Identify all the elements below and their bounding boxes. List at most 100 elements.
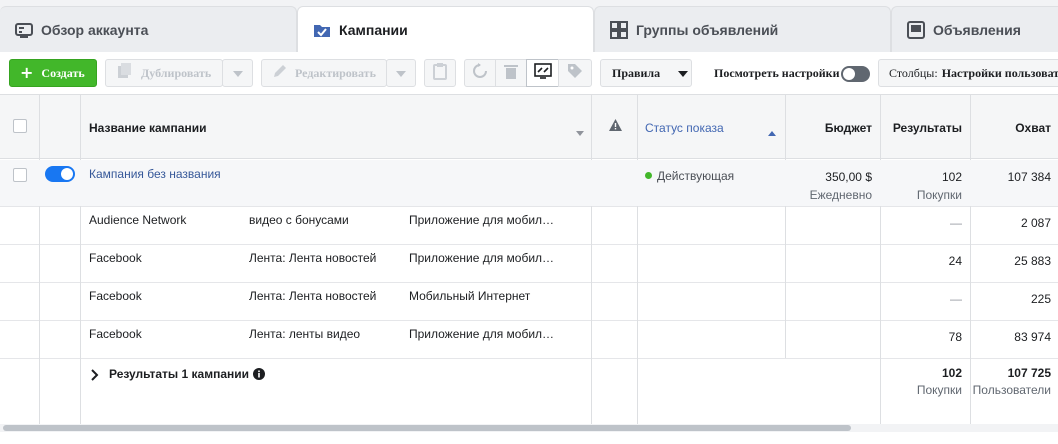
warning-icon bbox=[609, 119, 622, 134]
breakdown-placement: Лента: ленты видео bbox=[249, 327, 361, 341]
toolbar: + Создать Дублировать Редактировать Прав… bbox=[0, 52, 1058, 95]
summary-label: Результаты 1 кампании bbox=[109, 367, 250, 381]
tag-button[interactable] bbox=[558, 59, 592, 87]
budget-value: 350,00 $ bbox=[825, 170, 872, 184]
clipboard-button[interactable] bbox=[424, 59, 456, 87]
col-divider bbox=[637, 95, 638, 424]
chevron-down-icon bbox=[396, 66, 406, 81]
view-settings-label: Посмотреть настройки bbox=[714, 66, 840, 80]
breakdown-device: Мобильный Интернет bbox=[409, 289, 531, 303]
expand-chevron-icon[interactable] bbox=[91, 369, 99, 384]
duplicate-button[interactable]: Дублировать bbox=[105, 59, 223, 87]
breakdown-reach: 225 bbox=[1030, 292, 1051, 306]
tab-label: Кампании bbox=[339, 22, 408, 38]
budget-period: Ежедневно bbox=[809, 188, 872, 202]
duplicate-dropdown[interactable] bbox=[222, 59, 253, 87]
refresh-button[interactable] bbox=[464, 59, 496, 87]
tab-bar: Обзор аккаунта Кампании Группы объявлени… bbox=[0, 0, 1058, 53]
breakdown-results: 24 bbox=[948, 254, 962, 268]
create-label: Создать bbox=[41, 65, 85, 80]
status-text: Действующая bbox=[657, 169, 735, 183]
results-value: 102 bbox=[941, 170, 962, 184]
columns-value: Настройки пользователя bbox=[941, 65, 1058, 80]
ab-test-button[interactable] bbox=[526, 59, 559, 87]
view-settings-toggle[interactable] bbox=[841, 66, 870, 82]
clipboard-icon bbox=[433, 62, 447, 84]
reach-value: 107 384 bbox=[1007, 170, 1051, 184]
delete-button[interactable] bbox=[495, 59, 527, 87]
col-divider bbox=[80, 95, 81, 424]
tab-label: Объявления bbox=[933, 21, 1021, 38]
select-all-checkbox[interactable] bbox=[13, 119, 27, 133]
row-checkbox[interactable] bbox=[13, 168, 27, 182]
breakdown-results: — bbox=[950, 216, 962, 230]
trash-icon bbox=[504, 63, 518, 83]
header-budget[interactable]: Бюджет bbox=[786, 121, 872, 135]
header-results[interactable]: Результаты bbox=[881, 121, 962, 135]
plus-icon: + bbox=[20, 63, 34, 82]
toggle-knob bbox=[843, 68, 855, 80]
header-reach[interactable]: Охват bbox=[971, 121, 1051, 135]
breakdown-platform: Facebook bbox=[89, 327, 142, 341]
info-icon[interactable] bbox=[253, 368, 265, 383]
col-divider bbox=[39, 95, 40, 424]
row-divider bbox=[0, 244, 1058, 245]
breakdown-results: — bbox=[950, 292, 962, 306]
rules-dropdown[interactable]: Правила bbox=[600, 59, 692, 87]
chevron-down-icon bbox=[678, 66, 689, 81]
tab-label: Обзор аккаунта bbox=[41, 21, 149, 38]
delivery-status: Действующая bbox=[645, 169, 734, 183]
chevron-down-icon bbox=[232, 66, 243, 81]
sort-caret-icon[interactable] bbox=[576, 125, 584, 139]
summary-results-type: Покупки bbox=[916, 383, 962, 397]
breakdown-results: 78 bbox=[948, 330, 962, 344]
columns-prefix: Столбцы: bbox=[889, 65, 938, 80]
tab-ads[interactable]: Объявления bbox=[891, 6, 1058, 52]
horizontal-scrollbar[interactable] bbox=[0, 424, 1058, 432]
row-divider bbox=[0, 320, 1058, 321]
row-divider bbox=[0, 206, 1058, 207]
header-campaign-name[interactable]: Название кампании bbox=[89, 121, 206, 135]
scrollbar-thumb[interactable] bbox=[3, 425, 851, 431]
header-delivery-status[interactable]: Статус показа bbox=[645, 121, 724, 135]
create-button[interactable]: + Создать bbox=[9, 59, 97, 87]
pencil-icon bbox=[272, 63, 288, 83]
breakdown-platform: Facebook bbox=[89, 289, 142, 303]
ads-icon bbox=[906, 20, 926, 40]
campaign-on-off-toggle[interactable] bbox=[45, 166, 75, 182]
duplicate-label: Дублировать bbox=[141, 65, 212, 80]
tag-icon bbox=[567, 63, 583, 83]
tab-ad-sets[interactable]: Группы объявлений bbox=[594, 6, 891, 52]
summary-reach-type: Пользователи bbox=[972, 383, 1051, 397]
breakdown-device: Приложение для мобил… bbox=[409, 327, 555, 341]
status-dot bbox=[645, 172, 652, 179]
summary-results: 102 bbox=[941, 366, 962, 380]
breakdown-reach: 83 974 bbox=[1014, 330, 1051, 344]
ab-test-icon bbox=[533, 63, 552, 83]
breakdown-placement: Лента: Лента новостей bbox=[249, 251, 377, 265]
edit-dropdown[interactable] bbox=[386, 59, 416, 87]
breakdown-placement: видео с бонусами bbox=[249, 213, 349, 227]
tab-label: Группы объявлений bbox=[636, 21, 779, 38]
rules-label: Правила bbox=[612, 65, 661, 80]
refresh-icon bbox=[472, 63, 488, 83]
edit-label: Редактировать bbox=[295, 65, 376, 80]
edit-button[interactable]: Редактировать bbox=[261, 59, 387, 87]
breakdown-platform: Facebook bbox=[89, 251, 142, 265]
account-overview-icon bbox=[14, 20, 34, 40]
breakdown-device: Приложение для мобил… bbox=[409, 213, 555, 227]
tab-campaigns[interactable]: Кампании bbox=[297, 6, 594, 53]
tab-account-overview[interactable]: Обзор аккаунта bbox=[0, 6, 297, 52]
campaign-table: Название кампании Статус показа Бюджет Р… bbox=[0, 95, 1058, 428]
row-divider bbox=[0, 282, 1058, 283]
campaign-folder-icon bbox=[312, 20, 332, 40]
ad-sets-grid-icon bbox=[609, 20, 629, 40]
duplicate-icon bbox=[116, 62, 134, 84]
row-divider bbox=[0, 358, 1058, 359]
sort-ascending-icon[interactable] bbox=[768, 125, 776, 139]
columns-dropdown[interactable]: Столбцы: Настройки пользователя bbox=[878, 59, 1058, 87]
summary-reach: 107 725 bbox=[1007, 366, 1051, 380]
campaign-name-link[interactable]: Кампания без названия bbox=[89, 167, 221, 181]
breakdown-platform: Audience Network bbox=[89, 213, 187, 227]
breakdown-placement: Лента: Лента новостей bbox=[249, 289, 377, 303]
